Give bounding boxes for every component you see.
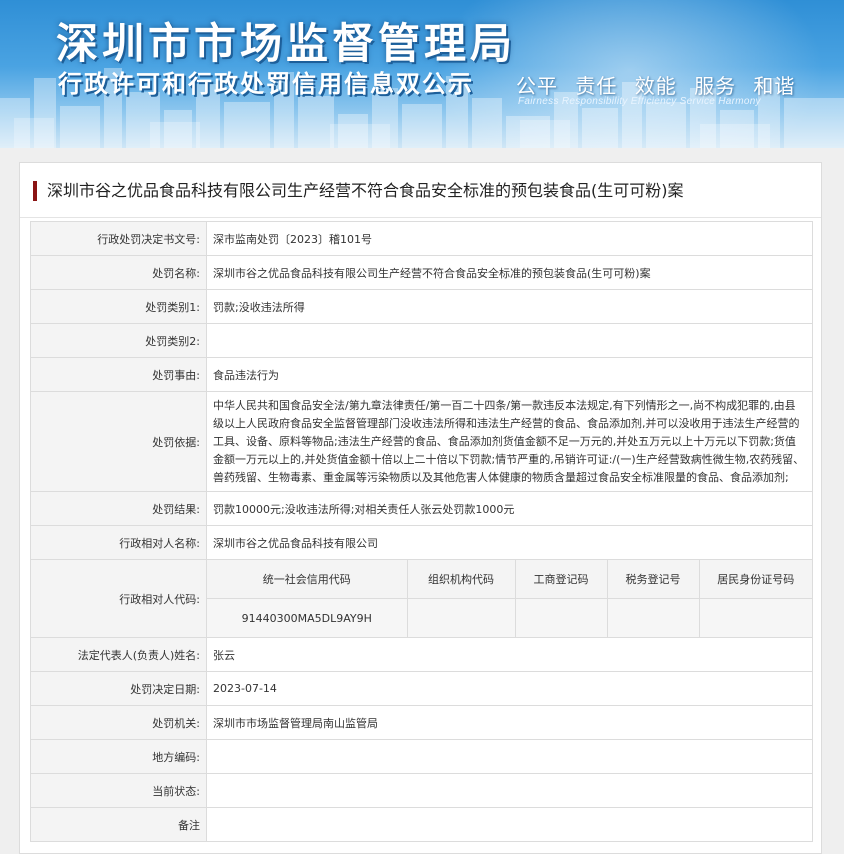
case-info-table: 行政处罚决定书文号: 深市监南处罚〔2023〕稽101号 处罚名称: 深圳市谷之… (30, 221, 813, 842)
party-codes-header-row: 统一社会信用代码 组织机构代码 工商登记码 税务登记号 居民身份证号码 (207, 560, 812, 599)
value-result: 罚款10000元;没收违法所得;对相关责任人张云处罚款1000元 (206, 491, 813, 526)
row-reason: 处罚事由: 食品违法行为 (30, 357, 813, 392)
row-region-code: 地方编码: (30, 739, 813, 774)
header-credit-code: 统一社会信用代码 (207, 560, 407, 599)
header-id-number: 居民身份证号码 (698, 560, 812, 599)
header-business-reg-code: 工商登记码 (514, 560, 607, 599)
value-basis: 中华人民共和国食品安全法/第九章法律责任/第一百二十四条/第一款违反本法规定,有… (206, 391, 813, 492)
case-title: 深圳市谷之优品食品科技有限公司生产经营不符合食品安全标准的预包装食品(生可可粉)… (33, 181, 684, 201)
value-penalty-name: 深圳市谷之优品食品科技有限公司生产经营不符合食品安全标准的预包装食品(生可可粉)… (206, 255, 813, 290)
row-party-codes: 行政相对人代码: 统一社会信用代码 组织机构代码 工商登记码 税务登记号 居民身… (30, 559, 813, 638)
row-party-name: 行政相对人名称: 深圳市谷之优品食品科技有限公司 (30, 525, 813, 560)
label-decision-date: 处罚决定日期: (30, 671, 207, 706)
party-codes-table: 统一社会信用代码 组织机构代码 工商登记码 税务登记号 居民身份证号码 9144… (207, 560, 812, 637)
slogan-chinese: 公平 责任 效能 服务 和谐 (516, 74, 796, 98)
value-status (206, 773, 813, 808)
row-basis: 处罚依据: 中华人民共和国食品安全法/第九章法律责任/第一百二十四条/第一款违反… (30, 391, 813, 492)
slogan-english: Fairness Responsibility Efficiency Servi… (518, 96, 761, 107)
row-result: 处罚结果: 罚款10000元;没收违法所得;对相关责任人张云处罚款1000元 (30, 491, 813, 526)
label-status: 当前状态: (30, 773, 207, 808)
case-detail-panel: 深圳市谷之优品食品科技有限公司生产经营不符合食品安全标准的预包装食品(生可可粉)… (19, 162, 822, 854)
value-reason: 食品违法行为 (206, 357, 813, 392)
value-decision-no: 深市监南处罚〔2023〕稽101号 (206, 221, 813, 256)
value-org-code (406, 598, 515, 637)
label-party-codes: 行政相对人代码: (30, 559, 207, 638)
label-region-code: 地方编码: (30, 739, 207, 774)
party-codes-cell: 统一社会信用代码 组织机构代码 工商登记码 税务登记号 居民身份证号码 9144… (206, 559, 813, 638)
row-category2: 处罚类别2: (30, 323, 813, 358)
label-category1: 处罚类别1: (30, 289, 207, 324)
row-remark: 备注 (30, 807, 813, 842)
value-category1: 罚款;没收违法所得 (206, 289, 813, 324)
label-reason: 处罚事由: (30, 357, 207, 392)
row-penalty-name: 处罚名称: 深圳市谷之优品食品科技有限公司生产经营不符合食品安全标准的预包装食品… (30, 255, 813, 290)
label-remark: 备注 (30, 807, 207, 842)
value-id-number (698, 598, 812, 637)
site-subtitle: 行政许可和行政处罚信用信息双公示 (58, 70, 474, 98)
value-party-name: 深圳市谷之优品食品科技有限公司 (206, 525, 813, 560)
row-decision-date: 处罚决定日期: 2023-07-14 (30, 671, 813, 706)
value-tax-reg-no (606, 598, 699, 637)
label-legal-rep: 法定代表人(负责人)姓名: (30, 637, 207, 672)
label-party-name: 行政相对人名称: (30, 525, 207, 560)
site-title: 深圳市市场监督管理局 (56, 19, 517, 68)
title-divider (20, 217, 821, 218)
value-category2 (206, 323, 813, 358)
label-penalty-name: 处罚名称: (30, 255, 207, 290)
label-decision-no: 行政处罚决定书文号: (30, 221, 207, 256)
row-legal-rep: 法定代表人(负责人)姓名: 张云 (30, 637, 813, 672)
site-banner: 深圳市市场监督管理局 行政许可和行政处罚信用信息双公示 公平 责任 效能 服务 … (0, 0, 844, 148)
label-result: 处罚结果: (30, 491, 207, 526)
value-credit-code: 91440300MA5DL9AY9H (207, 598, 407, 637)
label-authority: 处罚机关: (30, 705, 207, 740)
party-codes-value-row: 91440300MA5DL9AY9H (207, 598, 812, 637)
value-authority: 深圳市市场监督管理局南山监管局 (206, 705, 813, 740)
label-basis: 处罚依据: (30, 391, 207, 492)
value-business-reg-code (514, 598, 607, 637)
row-authority: 处罚机关: 深圳市市场监督管理局南山监管局 (30, 705, 813, 740)
header-org-code: 组织机构代码 (406, 560, 515, 599)
row-decision-no: 行政处罚决定书文号: 深市监南处罚〔2023〕稽101号 (30, 221, 813, 256)
value-legal-rep: 张云 (206, 637, 813, 672)
row-category1: 处罚类别1: 罚款;没收违法所得 (30, 289, 813, 324)
value-decision-date: 2023-07-14 (206, 671, 813, 706)
label-category2: 处罚类别2: (30, 323, 207, 358)
header-tax-reg-no: 税务登记号 (606, 560, 699, 599)
value-region-code (206, 739, 813, 774)
row-status: 当前状态: (30, 773, 813, 808)
value-remark (206, 807, 813, 842)
